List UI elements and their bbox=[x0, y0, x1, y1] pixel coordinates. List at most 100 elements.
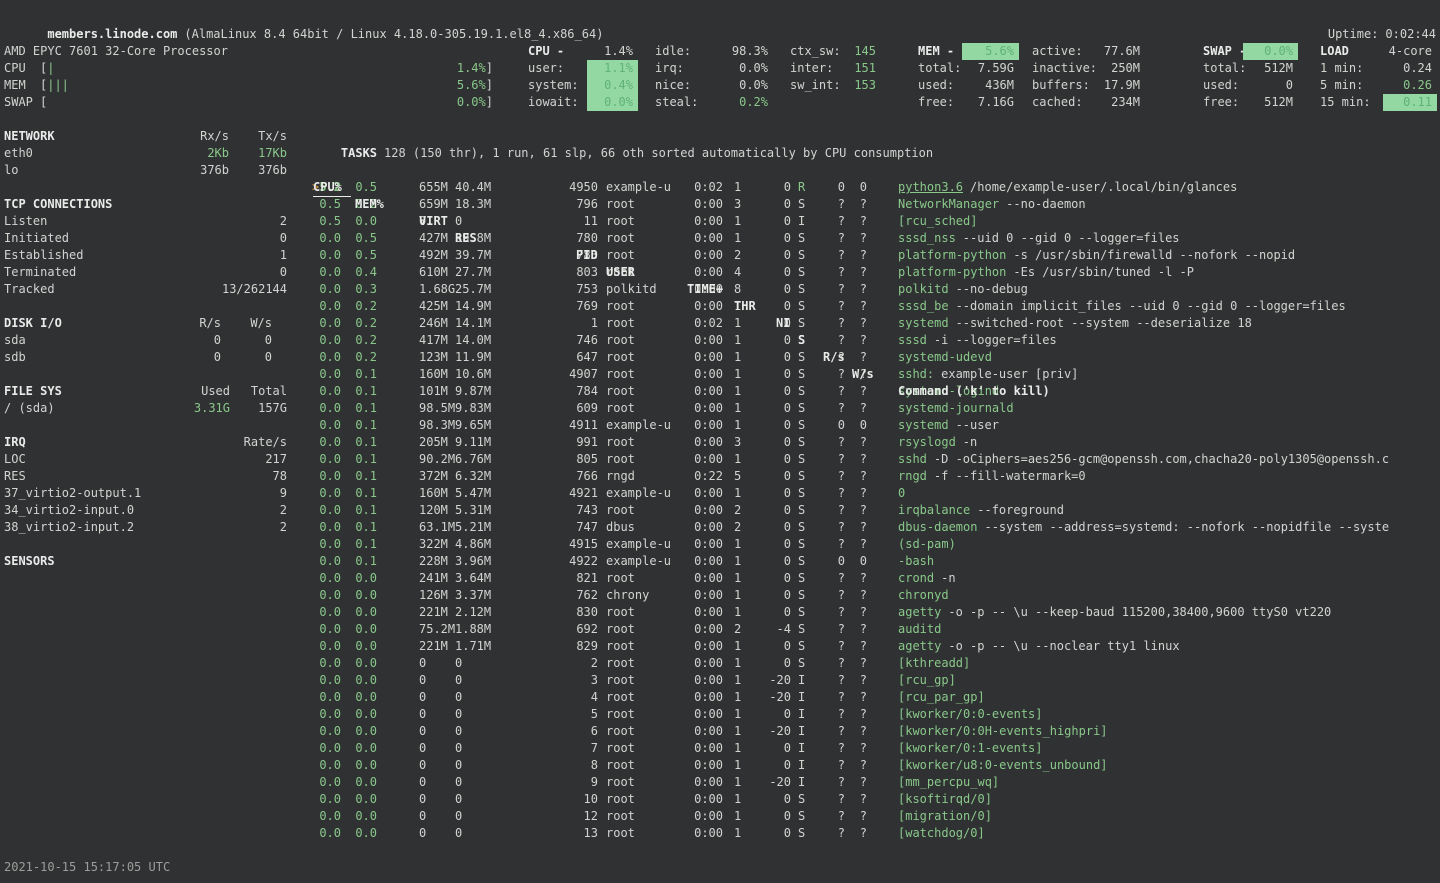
command-name: platform-python bbox=[898, 248, 1006, 262]
cell-state: I bbox=[798, 706, 812, 723]
process-row[interactable]: 0.00.163.1M5.21M747dbus0:0020S??dbus-dae… bbox=[312, 519, 1440, 536]
column-header-thr[interactable]: THR bbox=[734, 298, 756, 315]
cell-mem: 0.2 bbox=[355, 298, 377, 315]
process-row[interactable]: 0.00.0221M2.12M830root0:0010S??agetty-o … bbox=[312, 604, 1440, 621]
bracket-open: [ bbox=[40, 94, 47, 111]
process-row[interactable]: 0.00.198.3M9.65M4911example-u0:0010S00sy… bbox=[312, 417, 1440, 434]
process-row[interactable]: 0.00.0008root0:0010I??[kworker/u8:0-even… bbox=[312, 757, 1440, 774]
process-row[interactable]: 0.00.0221M1.71M829root0:0010S??agetty-o … bbox=[312, 638, 1440, 655]
gauge-spacer bbox=[69, 77, 457, 94]
process-row[interactable]: 0.00.0003root0:001-20I??[rcu_gp] bbox=[312, 672, 1440, 689]
cell-command: systemd--switched-root --system --deseri… bbox=[898, 315, 1440, 332]
process-row[interactable]: 0.00.00010root0:0010S??[ksoftirqd/0] bbox=[312, 791, 1440, 808]
cell-res: 5.31M bbox=[455, 502, 499, 519]
column-header-s[interactable]: S bbox=[798, 332, 805, 349]
process-row[interactable]: 0.00.0007root0:0010I??[kworker/0:1-event… bbox=[312, 740, 1440, 757]
process-row[interactable]: 0.00.0006root0:001-20I??[kworker/0:0H-ev… bbox=[312, 723, 1440, 740]
load-stat-row: LOAD4-core bbox=[1320, 43, 1436, 60]
process-row[interactable]: 0.00.1205M9.11M991root0:0030S??rsyslogd-… bbox=[312, 434, 1440, 451]
process-row[interactable]: 0.00.1322M4.86M4915example-u0:0010S??(sd… bbox=[312, 536, 1440, 553]
sidebar-section-title: SENSORS bbox=[4, 553, 289, 570]
process-row[interactable]: 0.00.00013root0:0010S??[watchdog/0] bbox=[312, 825, 1440, 842]
cell-state: I bbox=[798, 213, 812, 230]
cell-pid: 821 bbox=[499, 570, 598, 587]
cell-ni: 0 bbox=[748, 706, 791, 723]
process-table: CPU% MEM% VIRT RES PID USER TIME+ THR NI… bbox=[312, 162, 1440, 842]
cell-read-rate: ? bbox=[819, 570, 845, 587]
clock: 2021-10-15 15:17:05 UTC bbox=[4, 859, 170, 876]
cell-pid: 829 bbox=[499, 638, 598, 655]
process-row[interactable]: 0.00.0009root0:001-20I??[mm_percpu_wq] bbox=[312, 774, 1440, 791]
process-row[interactable]: 0.00.1160M5.47M4921example-u0:0010S??0 bbox=[312, 485, 1440, 502]
command-args: --system --address=systemd: --nofork --n… bbox=[984, 520, 1389, 534]
command-name: python3.6 bbox=[898, 180, 963, 194]
process-row[interactable]: 0.00.198.5M9.83M609root0:0010S??systemd-… bbox=[312, 400, 1440, 417]
process-row[interactable]: 0.00.1120M5.31M743root0:0020S??irqbalanc… bbox=[312, 502, 1440, 519]
process-row[interactable]: 0.50.2659M18.3M796root0:0030S??NetworkMa… bbox=[312, 196, 1440, 213]
cell-pid: 4922 bbox=[499, 553, 598, 570]
glances-terminal[interactable]: members.linode.com(AlmaLinux 8.4 64bit /… bbox=[0, 0, 1440, 883]
cell-write-rate: ? bbox=[849, 604, 867, 621]
command-name: auditd bbox=[898, 622, 941, 636]
cell-mem: 0.2 bbox=[355, 349, 377, 366]
process-row[interactable]: 0.00.31.68G25.7M753polkitd0:0080S??polki… bbox=[312, 281, 1440, 298]
cell-user: root bbox=[606, 723, 683, 740]
column-header-res[interactable]: RES bbox=[455, 230, 477, 247]
cell-time: 0:00 bbox=[683, 196, 723, 213]
cell-virt: 98.5M bbox=[419, 400, 455, 417]
column-header-time[interactable]: TIME+ bbox=[687, 281, 723, 298]
sidebar-row-name: eth0 bbox=[4, 146, 33, 160]
process-row[interactable]: 0.00.190.2M6.76M805root0:0010S??sshd-D -… bbox=[312, 451, 1440, 468]
process-row[interactable]: 0.00.5492M39.7M783root0:0020S??platform-… bbox=[312, 247, 1440, 264]
process-row[interactable]: 0.00.4610M27.7M803root0:0040S??platform-… bbox=[312, 264, 1440, 281]
cell-command: [watchdog/0] bbox=[898, 825, 1440, 842]
cell-write-rate: ? bbox=[849, 808, 867, 825]
cell-mem: 0.1 bbox=[355, 519, 377, 536]
cell-mem: 0.1 bbox=[355, 553, 377, 570]
column-header-pid[interactable]: PID bbox=[576, 247, 598, 264]
cell-res: 4.86M bbox=[455, 536, 499, 553]
process-row[interactable]: 0.00.0002root0:0010S??[kthreadd] bbox=[312, 655, 1440, 672]
column-header-ni[interactable]: NI bbox=[776, 315, 790, 332]
process-row[interactable]: 0.00.00012root0:0010S??[migration/0] bbox=[312, 808, 1440, 825]
cell-pid: 647 bbox=[499, 349, 598, 366]
cell-write-rate: ? bbox=[849, 332, 867, 349]
cell-thr: 1 bbox=[734, 417, 748, 434]
swap-stat-value: 512M bbox=[1243, 60, 1293, 77]
cell-thr: 1 bbox=[734, 332, 748, 349]
column-header-rs[interactable]: R/s bbox=[823, 349, 845, 366]
process-row[interactable]: 0.00.2123M11.9M647root0:0010S??systemd-u… bbox=[312, 349, 1440, 366]
process-row[interactable]: 0.00.1372M6.32M766rngd0:2250S??rngd-f --… bbox=[312, 468, 1440, 485]
process-row[interactable]: 0.50.00011root0:0010I??[rcu_sched] bbox=[312, 213, 1440, 230]
cell-read-rate: ? bbox=[819, 638, 845, 655]
process-row[interactable]: 0.00.2425M14.9M769root0:0010S??sssd_be--… bbox=[312, 298, 1440, 315]
process-row[interactable]: 0.00.1160M10.6M4907root0:0010S??sshd:exa… bbox=[312, 366, 1440, 383]
column-header-virt[interactable]: VIRT bbox=[419, 213, 448, 230]
cell-time: 0:00 bbox=[683, 706, 723, 723]
command-name: rsyslogd bbox=[898, 435, 956, 449]
cell-mem: 0.0 bbox=[355, 689, 377, 706]
process-row[interactable]: 0.00.1101M9.87M784root0:0010S??systemd-l… bbox=[312, 383, 1440, 400]
section-title: DISK I/O bbox=[4, 316, 62, 330]
column-header-cpu[interactable]: CPU% bbox=[313, 179, 351, 197]
cpu-stat-value: 153 bbox=[830, 77, 876, 94]
process-row[interactable]: 0.00.0005root0:0010I??[kworker/0:0-event… bbox=[312, 706, 1440, 723]
process-row[interactable]: 0.00.075.2M1.88M692root0:002-4S??auditd bbox=[312, 621, 1440, 638]
cell-user: root bbox=[606, 808, 683, 825]
cell-virt: 75.2M bbox=[419, 621, 455, 638]
column-header-mem[interactable]: MEM% bbox=[355, 196, 384, 213]
process-row[interactable]: 0.00.5427M39.8M780root0:0010S??sssd_nss-… bbox=[312, 230, 1440, 247]
process-row[interactable]: >5.20.5655M40.4M4950example-u0:0210R00py… bbox=[312, 179, 1440, 196]
process-row[interactable]: 0.00.0126M3.37M762chrony0:0010S??chronyd bbox=[312, 587, 1440, 604]
column-header-user[interactable]: USER bbox=[606, 264, 635, 281]
cell-user: root bbox=[606, 774, 683, 791]
process-row[interactable]: 0.00.0004root0:001-20I??[rcu_par_gp] bbox=[312, 689, 1440, 706]
process-row[interactable]: 0.00.2246M14.1M1root0:0210S??systemd--sw… bbox=[312, 315, 1440, 332]
cell-command: rsyslogd-n bbox=[898, 434, 1440, 451]
process-row[interactable]: 0.00.2417M14.0M746root0:0010S??sssd-i --… bbox=[312, 332, 1440, 349]
process-row[interactable]: 0.00.0241M3.64M821root0:0010S??crond-n bbox=[312, 570, 1440, 587]
cell-mem: 0.1 bbox=[355, 366, 377, 383]
process-row[interactable]: 0.00.1228M3.96M4922example-u0:0010S00-ba… bbox=[312, 553, 1440, 570]
cell-mem: 0.5 bbox=[355, 247, 377, 264]
column-header-ws[interactable]: W/s bbox=[852, 366, 874, 383]
